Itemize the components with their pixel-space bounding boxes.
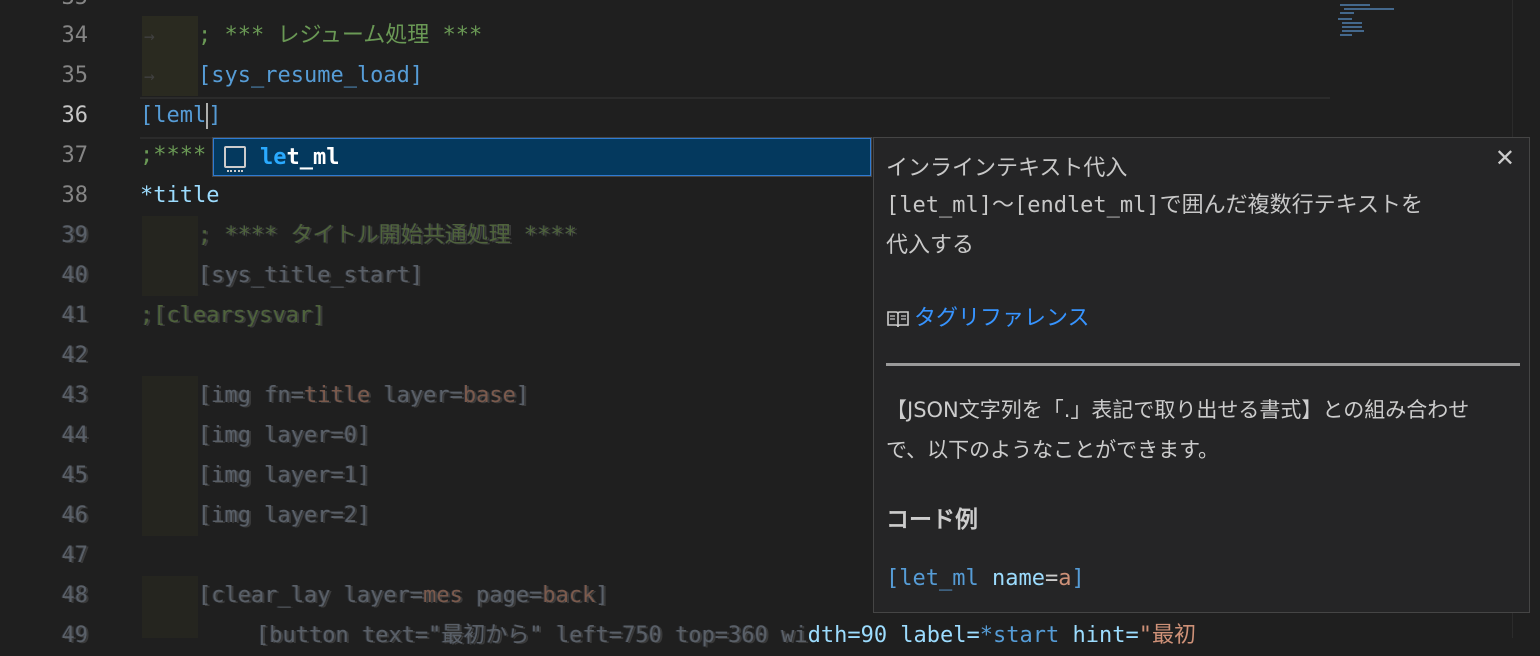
line-number: 43: [61, 383, 89, 408]
line-number: 47: [61, 543, 89, 568]
reference-link-row: タグリファレンス: [886, 300, 1090, 332]
line-number: 38: [61, 183, 89, 208]
tag-reference-link[interactable]: タグリファレンス: [914, 306, 1090, 331]
details-paragraph: 【JSON文字列を「.」表記で取り出せる書式】との組み合わせ で、以下のようなこ…: [886, 398, 1470, 462]
code-line: [sys_resume_load]: [198, 63, 424, 88]
line-number: 34: [61, 23, 89, 48]
code-line: [img layer=0]: [198, 423, 371, 448]
code-line: ; *** レジューム処理 ***: [198, 23, 483, 48]
line-number: 37: [61, 143, 89, 168]
line-number: 40: [61, 263, 89, 288]
current-line-highlight: [140, 97, 1330, 139]
line-number: 35: [61, 63, 89, 88]
code-line: ; **** タイトル開始共通処理 ****: [198, 223, 577, 248]
line-number: 41: [61, 303, 89, 328]
line-number: 44: [61, 423, 89, 448]
suggest-details-panel: ✕ インラインテキスト代入 [let_ml]〜[endlet_ml]で囲んだ複数…: [873, 137, 1530, 613]
details-description: [let_ml]〜[endlet_ml]で囲んだ複数行テキストを 代入する: [886, 193, 1423, 258]
code-line-active: [leml]: [140, 96, 221, 136]
code-line: [sys_title_start]: [198, 263, 424, 288]
suggest-item-selected[interactable]: let_ml: [213, 138, 871, 176]
line-number: 48: [61, 583, 89, 608]
divider: [886, 363, 1520, 366]
code-line: [img fn=title layer=base]: [198, 383, 530, 408]
line-number: 45: [61, 463, 89, 488]
minimap[interactable]: [1330, 0, 1510, 60]
line-number: 46: [61, 503, 89, 528]
line-number-active: 36: [61, 103, 89, 128]
details-title: インラインテキスト代入: [886, 156, 1128, 181]
code-line: [img layer=1]: [198, 463, 371, 488]
details-heading: コード例: [886, 507, 978, 533]
suggest-widget[interactable]: let_ml: [212, 137, 872, 177]
suggest-item-label: let_ml: [260, 145, 340, 170]
tab-arrow-icon: →: [144, 26, 155, 47]
code-line: ;****: [140, 143, 207, 168]
indent-guide: [142, 376, 198, 536]
tab-arrow-icon: →: [144, 66, 155, 87]
close-icon[interactable]: ✕: [1495, 144, 1515, 172]
code-line: ;[clearsysvar]: [140, 303, 326, 328]
indent-guide: [142, 256, 198, 296]
code-line: [clear_lay layer=mes page=back]: [198, 583, 609, 608]
line-number: 49: [61, 623, 89, 648]
indent-guide: [142, 216, 198, 256]
line-number: 39: [61, 223, 89, 248]
typed-text: [leml: [140, 103, 207, 128]
snippet-icon: [224, 146, 246, 172]
indent-guide: [142, 576, 198, 638]
code-example: [let_ml name=a]: [886, 566, 1085, 591]
code-line: *title: [140, 183, 220, 208]
code-line: [button text="最初から" left=750 top=360 wid…: [256, 623, 1196, 648]
book-icon: [887, 311, 909, 328]
closing-bracket: ]: [208, 103, 222, 128]
line-number: 42: [61, 343, 89, 368]
code-line: [img layer=2]: [198, 503, 371, 528]
